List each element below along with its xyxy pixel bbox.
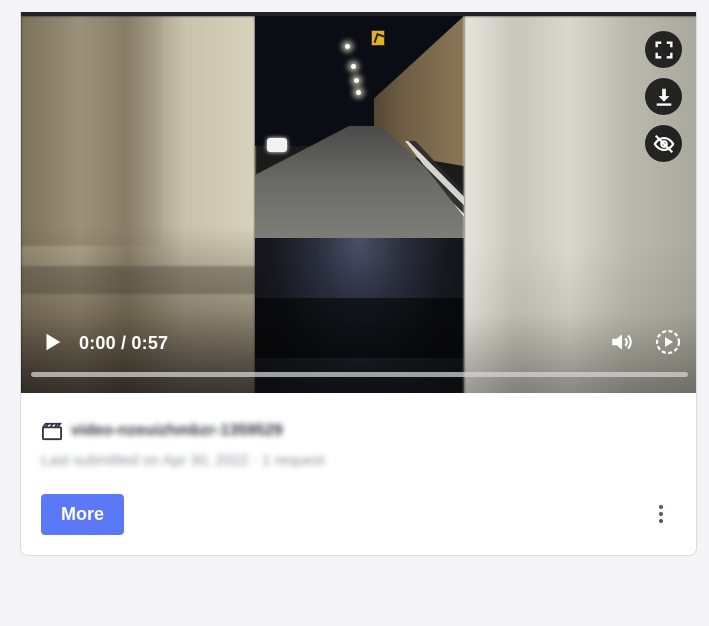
item-subtitle: Last submitted on Apr 30, 2022 · 1 reque… — [41, 452, 325, 469]
download-button[interactable] — [645, 78, 682, 115]
item-title-row: video-nzeuizhmbzr-1359529 — [41, 420, 681, 442]
eye-off-icon — [653, 134, 674, 153]
kebab-menu-icon[interactable] — [649, 502, 673, 526]
hide-button[interactable] — [645, 125, 682, 162]
video-controls: 0:00 / 0:57 — [21, 313, 696, 393]
play-icon[interactable] — [41, 331, 63, 353]
fullscreen-icon — [654, 40, 673, 59]
playback-speed-icon[interactable] — [654, 328, 682, 356]
film-clapper-icon — [42, 422, 62, 441]
video-player[interactable]: 0:00 / 0:57 — [21, 12, 696, 393]
media-card: 0:00 / 0:57 video-nzeuizhmbzr-1359529 La… — [20, 12, 697, 556]
time-display: 0:00 / 0:57 — [79, 333, 169, 353]
video-progress-bar[interactable] — [31, 372, 688, 377]
download-icon — [656, 88, 671, 106]
item-info: video-nzeuizhmbzr-1359529 Last submitted… — [41, 420, 681, 469]
fullscreen-button[interactable] — [645, 31, 682, 68]
item-title: video-nzeuizhmbzr-1359529 — [71, 422, 283, 439]
more-button[interactable]: More — [41, 494, 124, 535]
volume-icon[interactable] — [609, 329, 635, 355]
